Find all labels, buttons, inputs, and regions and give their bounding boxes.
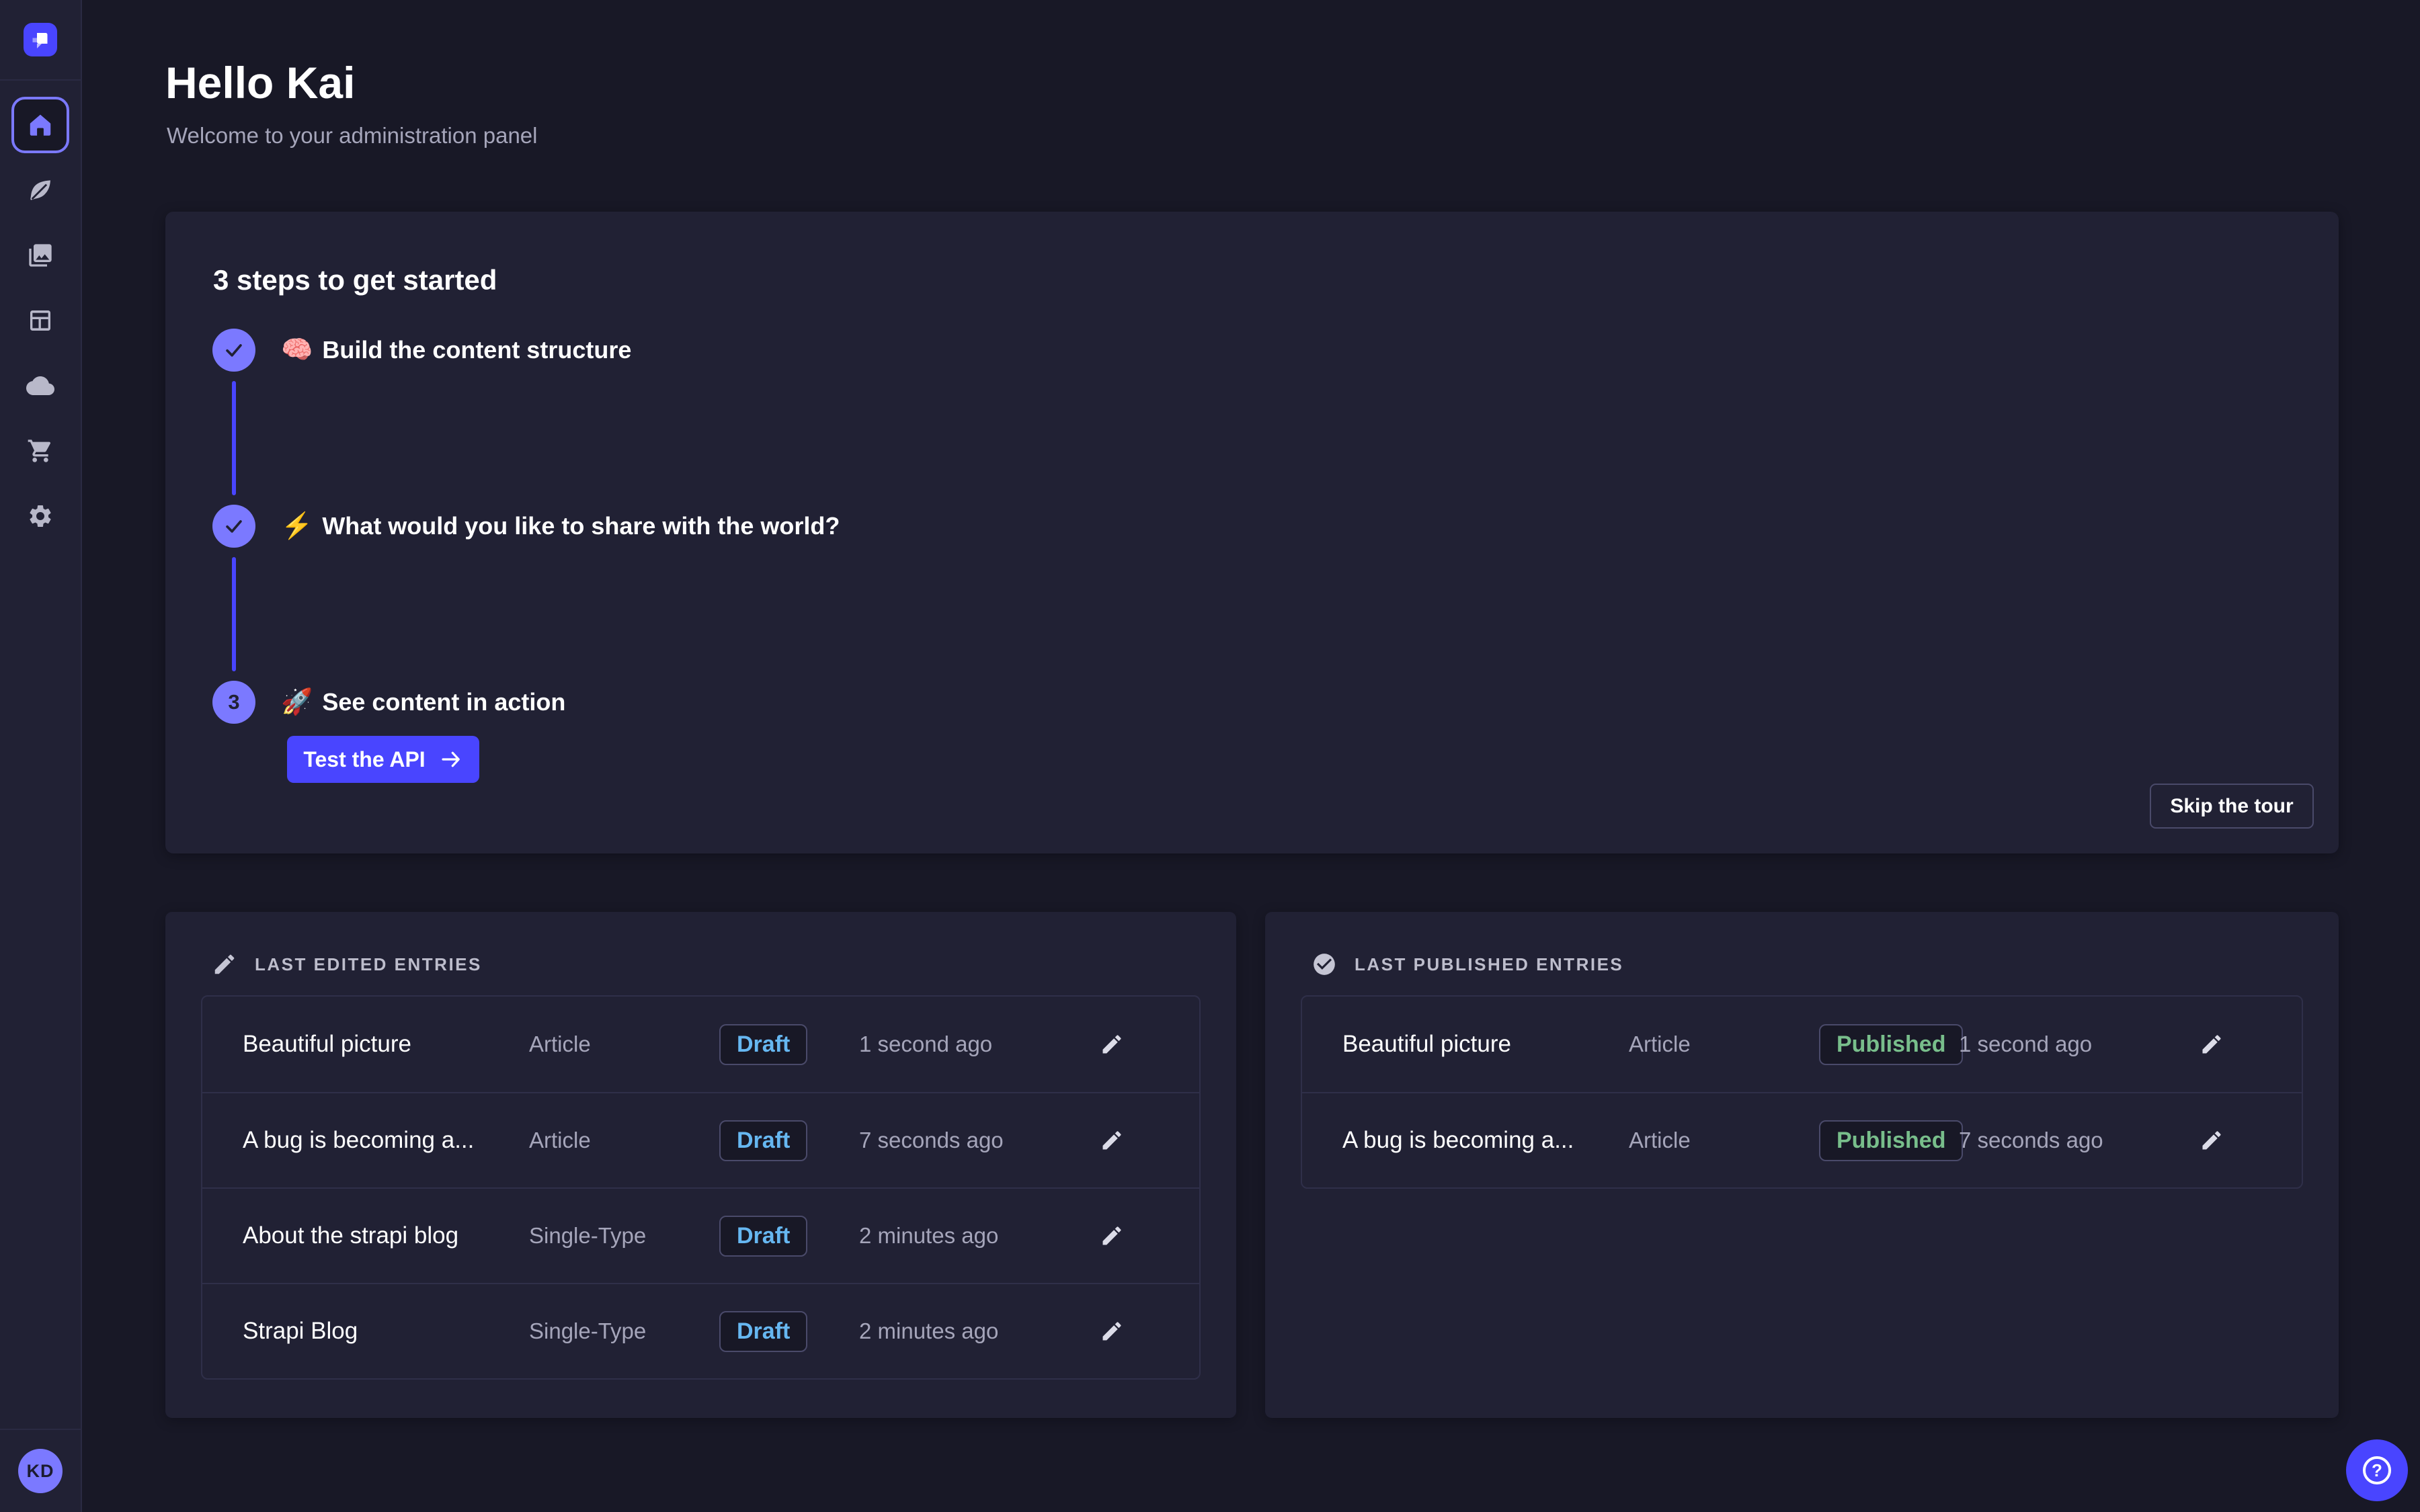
content-type-builder-icon <box>27 307 54 334</box>
pencil-icon <box>1100 1032 1124 1056</box>
last-edited-title: LAST EDITED ENTRIES <box>255 954 482 975</box>
edit-entry-button[interactable] <box>2197 1030 2226 1059</box>
check-icon <box>223 339 245 362</box>
entry-timestamp: 1 second ago <box>1959 1032 2197 1057</box>
strapi-logo-icon <box>24 24 56 56</box>
edit-entry-button[interactable] <box>1097 1030 1127 1059</box>
entry-timestamp: 2 minutes ago <box>859 1223 1097 1249</box>
sidebar-item-content-manager[interactable] <box>11 162 69 218</box>
home-icon <box>26 111 54 139</box>
step-connector-2 <box>232 557 236 671</box>
pencil-icon <box>1100 1128 1124 1152</box>
check-icon <box>223 515 245 538</box>
pencil-icon <box>2200 1032 2224 1056</box>
table-row: A bug is becoming a... Article Published… <box>1302 1092 2302 1187</box>
pencil-icon <box>1100 1319 1124 1343</box>
last-edited-table: Beautiful picture Article Draft 1 second… <box>201 995 1201 1380</box>
media-library-icon <box>27 242 54 269</box>
entry-title: Beautiful picture <box>243 1031 529 1058</box>
step-2-check-circle <box>212 505 255 548</box>
sidebar-item-marketplace[interactable] <box>11 423 69 479</box>
entry-status-badge: Draft <box>719 1216 807 1257</box>
strapi-logo[interactable] <box>24 23 57 56</box>
logo-container <box>0 0 81 81</box>
marketplace-cart-icon <box>27 437 54 464</box>
pencil-icon <box>2200 1128 2224 1152</box>
last-published-title: LAST PUBLISHED ENTRIES <box>1355 954 1623 975</box>
step-3-number-circle: 3 <box>212 681 255 724</box>
entry-status-badge: Draft <box>719 1311 807 1352</box>
settings-gear-icon <box>27 503 54 530</box>
entry-status-badge: Published <box>1819 1120 1963 1161</box>
step-2-label: ⚡ What would you like to share with the … <box>281 505 840 548</box>
brain-emoji-icon: 🧠 <box>281 335 313 365</box>
help-button[interactable]: ? <box>2346 1439 2408 1501</box>
sidebar-item-settings[interactable] <box>11 488 69 544</box>
feather-content-manager-icon <box>27 177 54 204</box>
table-row: Beautiful picture Article Draft 1 second… <box>202 997 1199 1092</box>
sidebar-footer: KD <box>0 1429 81 1512</box>
entry-timestamp: 7 seconds ago <box>859 1128 1097 1153</box>
sidebar-item-home[interactable] <box>11 97 69 153</box>
pencil-icon <box>212 952 237 977</box>
help-question-icon: ? <box>2363 1456 2391 1484</box>
check-circle-icon <box>1312 952 1337 977</box>
step-1-check-circle <box>212 329 255 372</box>
entry-status-badge: Published <box>1819 1024 1963 1065</box>
entry-status-badge: Draft <box>719 1024 807 1065</box>
last-edited-header: LAST EDITED ENTRIES <box>212 950 482 979</box>
arrow-right-icon <box>439 747 463 771</box>
table-row: Beautiful picture Article Published 1 se… <box>1302 997 2302 1092</box>
edit-entry-button[interactable] <box>1097 1221 1127 1251</box>
edit-entry-button[interactable] <box>2197 1126 2226 1155</box>
last-edited-panel: LAST EDITED ENTRIES Beautiful picture Ar… <box>165 912 1236 1418</box>
skip-tour-button[interactable]: Skip the tour <box>2150 784 2314 829</box>
sidebar-item-cloud[interactable] <box>11 358 69 414</box>
last-published-table: Beautiful picture Article Published 1 se… <box>1301 995 2303 1189</box>
test-api-button[interactable]: Test the API <box>287 736 479 783</box>
table-row: Strapi Blog Single-Type Draft 2 minutes … <box>202 1283 1199 1378</box>
entry-timestamp: 7 seconds ago <box>1959 1128 2197 1153</box>
sidebar: KD <box>0 0 82 1512</box>
entry-kind: Single-Type <box>529 1318 719 1344</box>
entry-kind: Article <box>529 1128 719 1153</box>
pencil-icon <box>1100 1224 1124 1248</box>
getting-started-card: 3 steps to get started 🧠 Build the conte… <box>165 212 2339 853</box>
page-subtitle: Welcome to your administration panel <box>167 123 538 149</box>
cloud-icon <box>26 372 54 400</box>
entry-kind: Article <box>1629 1128 1819 1153</box>
entry-kind: Single-Type <box>529 1223 719 1249</box>
entry-timestamp: 1 second ago <box>859 1032 1097 1057</box>
last-published-header: LAST PUBLISHED ENTRIES <box>1312 950 1623 979</box>
step-connector-1 <box>232 381 236 495</box>
table-row: About the strapi blog Single-Type Draft … <box>202 1187 1199 1283</box>
entry-kind: Article <box>529 1032 719 1057</box>
entry-title: A bug is becoming a... <box>1342 1127 1629 1154</box>
table-row: A bug is becoming a... Article Draft 7 s… <box>202 1092 1199 1187</box>
step-3-label: 🚀 See content in action <box>281 681 565 724</box>
step-1-label: 🧠 Build the content structure <box>281 329 631 372</box>
page-title: Hello Kai <box>165 57 355 108</box>
getting-started-title: 3 steps to get started <box>213 264 497 296</box>
edit-entry-button[interactable] <box>1097 1126 1127 1155</box>
edit-entry-button[interactable] <box>1097 1316 1127 1346</box>
entry-kind: Article <box>1629 1032 1819 1057</box>
user-avatar[interactable]: KD <box>18 1449 63 1493</box>
entry-timestamp: 2 minutes ago <box>859 1318 1097 1344</box>
lightning-emoji-icon: ⚡ <box>281 511 313 541</box>
sidebar-nav <box>11 97 69 553</box>
entry-title: About the strapi blog <box>243 1222 529 1249</box>
entry-title: Beautiful picture <box>1342 1031 1629 1058</box>
entry-status-badge: Draft <box>719 1120 807 1161</box>
entry-title: A bug is becoming a... <box>243 1127 529 1154</box>
entry-title: Strapi Blog <box>243 1318 529 1345</box>
last-published-panel: LAST PUBLISHED ENTRIES Beautiful picture… <box>1265 912 2339 1418</box>
sidebar-item-media-library[interactable] <box>11 227 69 284</box>
sidebar-item-content-type-builder[interactable] <box>11 292 69 349</box>
rocket-emoji-icon: 🚀 <box>281 687 313 717</box>
